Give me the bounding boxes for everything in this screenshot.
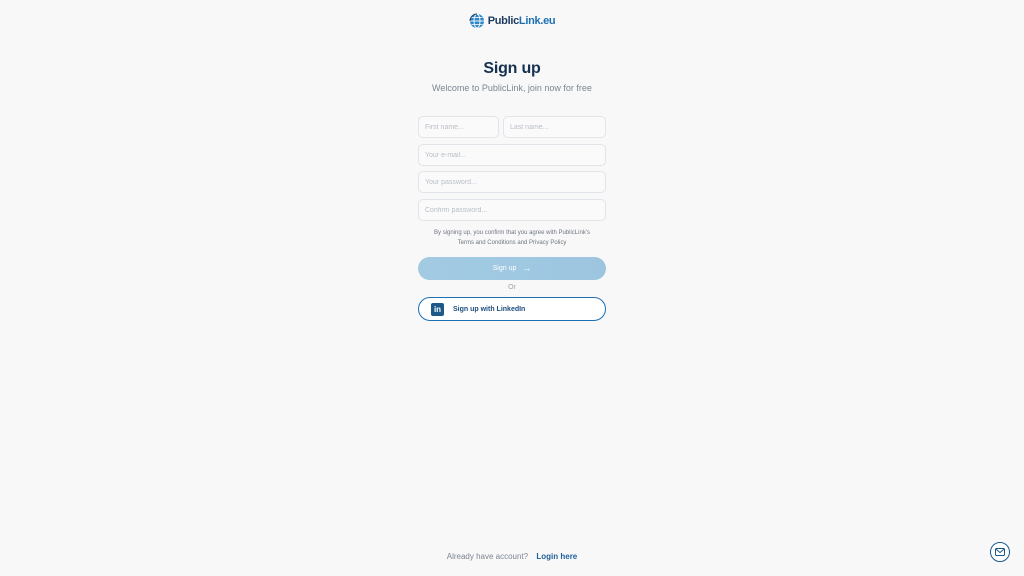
signup-page: PublicLink.eu Sign up Welcome to PublicL…: [0, 0, 1024, 576]
last-name-field[interactable]: [503, 116, 606, 138]
brand-logo[interactable]: PublicLink.eu: [0, 13, 1024, 29]
brand-name-part2: Link.eu: [518, 15, 556, 27]
password-field[interactable]: [418, 171, 606, 193]
terms-link[interactable]: Terms and Conditions: [458, 240, 516, 246]
privacy-link[interactable]: Privacy Policy: [529, 240, 566, 246]
mail-icon: [995, 543, 1005, 561]
globe-icon: [469, 13, 485, 29]
linkedin-icon: in: [431, 302, 444, 316]
arrow-right-icon: →: [522, 263, 532, 273]
first-name-field[interactable]: [418, 116, 499, 138]
confirm-password-field[interactable]: [418, 199, 606, 221]
login-link[interactable]: Login here: [536, 552, 577, 561]
brand-name: PublicLink.eu: [488, 15, 556, 27]
terms-prefix: By signing up, you confirm that you agre…: [434, 230, 590, 236]
email-field[interactable]: [418, 144, 606, 166]
signup-button-label: Sign up: [492, 265, 517, 272]
or-divider: Or: [508, 284, 516, 291]
login-prompt-text: Already have account?: [446, 552, 529, 561]
brand-name-part1: Public: [487, 15, 520, 27]
linkedin-signup-button[interactable]: in Sign up with LinkedIn: [418, 297, 606, 321]
page-subtitle: Welcome to PublicLink, join now for free: [432, 83, 592, 93]
signup-button[interactable]: Sign up →: [418, 257, 606, 280]
login-prompt: Already have account? Login here: [0, 552, 1024, 561]
linkedin-button-label: Sign up with LinkedIn: [453, 305, 526, 313]
contact-button[interactable]: [990, 542, 1010, 562]
terms-and: and: [517, 240, 528, 246]
terms-notice: By signing up, you confirm that you agre…: [418, 228, 606, 248]
page-title: Sign up: [483, 60, 541, 77]
